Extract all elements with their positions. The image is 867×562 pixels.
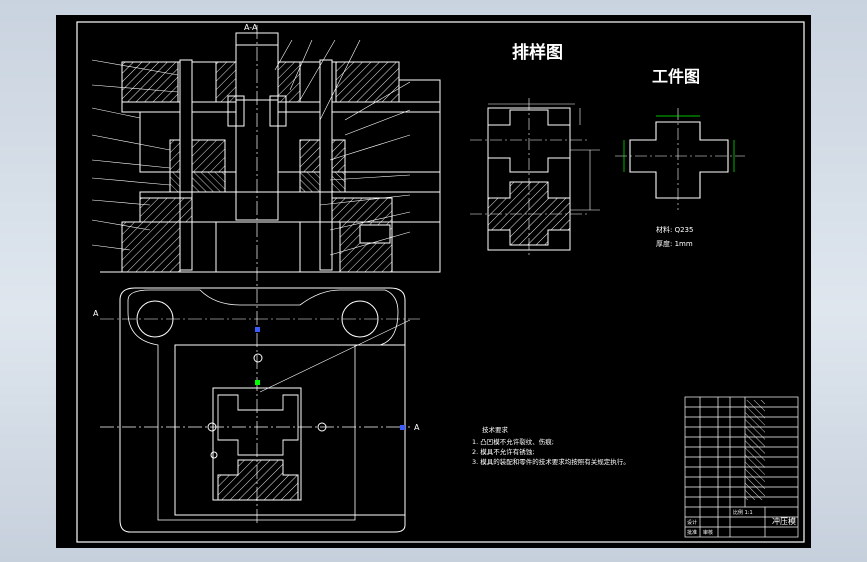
section-label: A-A [244,23,258,32]
guide-pillar-right [319,59,333,271]
tech-heading: 技术要求 [482,425,509,434]
layout-title: 排样图 [512,42,563,63]
tech-item: 1. 凸凹模不允许裂纹、伤痕; [472,437,554,446]
drawing-name: 冲压模 [772,516,796,526]
tech-item: 3. 模具的装配和零件的技术要求均按照有关规定执行。 [472,457,630,466]
check-label: 审核 [703,529,713,536]
view-mark-right: A [414,423,420,432]
view-mark-left: A [93,309,99,318]
approve-label: 批准 [687,529,697,536]
part-title: 工件图 [652,67,700,86]
tech-item: 2. 模具不允许有锈蚀; [472,447,534,456]
thickness-note: 厚度: 1mm [656,239,693,248]
design-label: 设计 [687,519,697,526]
material-note: 材料: Q235 [656,225,693,234]
cad-drawing-viewport[interactable]: A-A A A 排样图 工件图 材料: Q235 厚度: 1mm 技术要求 1.… [0,0,867,562]
guide-pillar-left [179,59,193,271]
scale-label: 比例 1:1 [733,509,753,516]
